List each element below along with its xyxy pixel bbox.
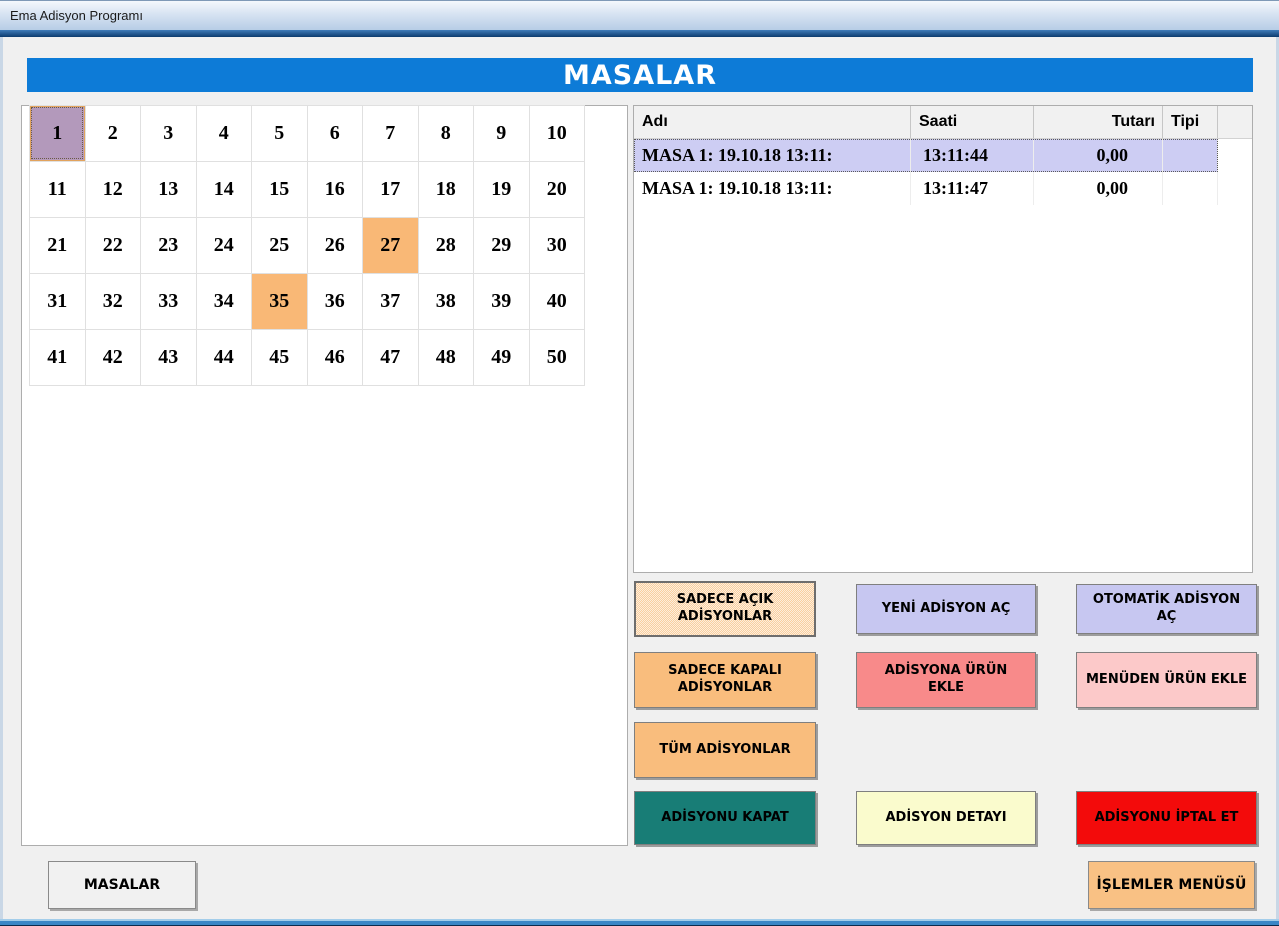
- table-cell-1[interactable]: 1: [29, 105, 85, 161]
- all-adisyons-button[interactable]: TÜM ADİSYONLAR: [634, 722, 816, 778]
- tables-grid: 1234567891011121314151617181920212223242…: [29, 105, 585, 386]
- table-cell-2[interactable]: 2: [85, 105, 141, 161]
- page-title: MASALAR: [27, 58, 1253, 92]
- add-product-to-adisyon-button[interactable]: ADİSYONA ÜRÜN EKLE: [856, 652, 1036, 708]
- table-cell-33[interactable]: 33: [140, 273, 196, 329]
- table-cell-30[interactable]: 30: [529, 217, 585, 273]
- adisyon-row-2[interactable]: MASA 1: 19.10.18 13:11:13:11:470,00: [634, 172, 1252, 205]
- cell-saati: 13:11:47: [911, 172, 1034, 205]
- table-cell-39[interactable]: 39: [473, 273, 529, 329]
- table-cell-47[interactable]: 47: [362, 329, 418, 385]
- filter-open-adisyons-button[interactable]: SADECE AÇIK ADİSYONLAR: [634, 581, 816, 637]
- adisyon-detail-button[interactable]: ADİSYON DETAYI: [856, 791, 1036, 845]
- column-header-saati[interactable]: Saati: [911, 106, 1034, 138]
- table-cell-7[interactable]: 7: [362, 105, 418, 161]
- adisyon-row-highlight: MASA 1: 19.10.18 13:11:13:11:470,00: [634, 172, 1218, 205]
- window-titlebar[interactable]: Ema Adisyon Programı: [0, 0, 1279, 30]
- table-cell-10[interactable]: 10: [529, 105, 585, 161]
- table-cell-14[interactable]: 14: [196, 161, 252, 217]
- table-cell-17[interactable]: 17: [362, 161, 418, 217]
- table-cell-19[interactable]: 19: [473, 161, 529, 217]
- table-cell-22[interactable]: 22: [85, 217, 141, 273]
- table-cell-12[interactable]: 12: [85, 161, 141, 217]
- table-cell-23[interactable]: 23: [140, 217, 196, 273]
- table-cell-46[interactable]: 46: [307, 329, 363, 385]
- cancel-adisyon-button[interactable]: ADİSYONU İPTAL ET: [1076, 791, 1257, 845]
- table-cell-21[interactable]: 21: [29, 217, 85, 273]
- table-cell-16[interactable]: 16: [307, 161, 363, 217]
- table-cell-4[interactable]: 4: [196, 105, 252, 161]
- table-cell-32[interactable]: 32: [85, 273, 141, 329]
- adisyon-list-panel: Adı Saati Tutarı Tipi MASA 1: 19.10.18 1…: [633, 105, 1253, 573]
- table-cell-49[interactable]: 49: [473, 329, 529, 385]
- table-cell-29[interactable]: 29: [473, 217, 529, 273]
- cell-tipi: [1163, 172, 1218, 205]
- new-adisyon-button[interactable]: YENİ ADİSYON AÇ: [856, 584, 1036, 634]
- table-cell-9[interactable]: 9: [473, 105, 529, 161]
- list-body: MASA 1: 19.10.18 13:11:13:11:440,00MASA …: [634, 139, 1252, 205]
- table-cell-24[interactable]: 24: [196, 217, 252, 273]
- table-cell-5[interactable]: 5: [251, 105, 307, 161]
- page-title-label: MASALAR: [563, 60, 717, 91]
- table-cell-31[interactable]: 31: [29, 273, 85, 329]
- table-cell-38[interactable]: 38: [418, 273, 474, 329]
- table-cell-43[interactable]: 43: [140, 329, 196, 385]
- operations-menu-button[interactable]: İŞLEMLER MENÜSÜ: [1088, 861, 1255, 909]
- row-filler: [1218, 172, 1252, 205]
- table-cell-20[interactable]: 20: [529, 161, 585, 217]
- window-title: Ema Adisyon Programı: [10, 8, 143, 23]
- table-cell-18[interactable]: 18: [418, 161, 474, 217]
- close-adisyon-button[interactable]: ADİSYONU KAPAT: [634, 791, 816, 845]
- add-product-from-menu-button[interactable]: MENÜDEN ÜRÜN EKLE: [1076, 652, 1257, 708]
- table-cell-3[interactable]: 3: [140, 105, 196, 161]
- list-header: Adı Saati Tutarı Tipi: [634, 106, 1252, 139]
- table-cell-41[interactable]: 41: [29, 329, 85, 385]
- adisyon-row-highlight: MASA 1: 19.10.18 13:11:13:11:440,00: [634, 139, 1218, 172]
- table-cell-48[interactable]: 48: [418, 329, 474, 385]
- table-cell-44[interactable]: 44: [196, 329, 252, 385]
- tables-panel: 1234567891011121314151617181920212223242…: [21, 105, 628, 846]
- titlebar-divider: [0, 30, 1279, 37]
- table-cell-50[interactable]: 50: [529, 329, 585, 385]
- app-window: Ema Adisyon Programı MASALAR 12345678910…: [0, 0, 1279, 926]
- cell-adi: MASA 1: 19.10.18 13:11:: [634, 139, 911, 172]
- column-header-tipi[interactable]: Tipi: [1163, 106, 1218, 138]
- cell-tipi: [1163, 139, 1218, 172]
- cell-tutari: 0,00: [1034, 139, 1163, 172]
- cell-saati: 13:11:44: [911, 139, 1034, 172]
- table-cell-40[interactable]: 40: [529, 273, 585, 329]
- table-cell-27[interactable]: 27: [362, 217, 418, 273]
- tables-nav-button[interactable]: MASALAR: [48, 861, 196, 909]
- table-cell-15[interactable]: 15: [251, 161, 307, 217]
- table-cell-34[interactable]: 34: [196, 273, 252, 329]
- table-cell-13[interactable]: 13: [140, 161, 196, 217]
- window-bottom-border: [0, 919, 1279, 926]
- row-filler: [1218, 139, 1252, 172]
- table-cell-25[interactable]: 25: [251, 217, 307, 273]
- table-cell-6[interactable]: 6: [307, 105, 363, 161]
- auto-adisyon-button[interactable]: OTOMATİK ADİSYON AÇ: [1076, 584, 1257, 634]
- table-cell-45[interactable]: 45: [251, 329, 307, 385]
- cell-tutari: 0,00: [1034, 172, 1163, 205]
- table-cell-37[interactable]: 37: [362, 273, 418, 329]
- adisyon-row-1[interactable]: MASA 1: 19.10.18 13:11:13:11:440,00: [634, 139, 1252, 172]
- column-header-adi[interactable]: Adı: [634, 106, 911, 138]
- table-cell-8[interactable]: 8: [418, 105, 474, 161]
- table-cell-35[interactable]: 35: [251, 273, 307, 329]
- table-cell-26[interactable]: 26: [307, 217, 363, 273]
- table-cell-28[interactable]: 28: [418, 217, 474, 273]
- column-header-tutari[interactable]: Tutarı: [1034, 106, 1163, 138]
- table-cell-42[interactable]: 42: [85, 329, 141, 385]
- filter-closed-adisyons-button[interactable]: SADECE KAPALI ADİSYONLAR: [634, 652, 816, 708]
- table-cell-11[interactable]: 11: [29, 161, 85, 217]
- cell-adi: MASA 1: 19.10.18 13:11:: [634, 172, 911, 205]
- table-cell-36[interactable]: 36: [307, 273, 363, 329]
- column-header-filler: [1218, 106, 1252, 138]
